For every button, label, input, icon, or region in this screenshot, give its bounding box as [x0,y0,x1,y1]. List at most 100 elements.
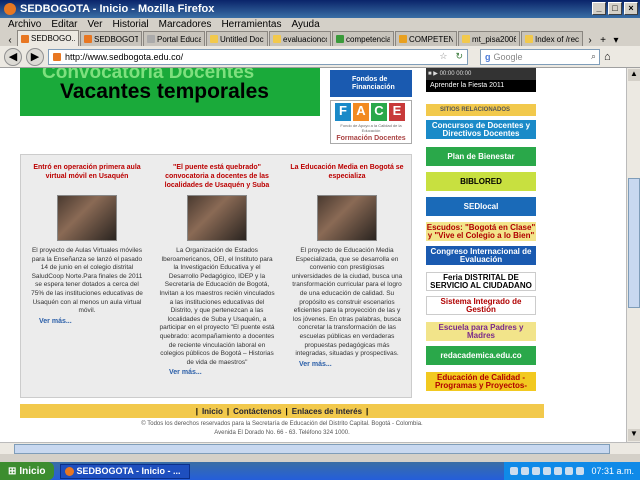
related-site-link[interactable]: Sistema Integrado de Gestión [426,296,536,315]
menu-marcadores[interactable]: Marcadores [159,19,212,30]
face-letter-c: C [371,103,387,121]
related-site-link[interactable]: redacademica.edu.co [426,346,536,365]
tab-8[interactable]: Index of /rec... [521,31,583,46]
menu-archivo[interactable]: Archivo [8,19,41,30]
url-bar[interactable]: http://www.sedbogota.edu.co/ ☆ ↻ [48,48,468,65]
vertical-scrollbar[interactable]: ▲ ▼ [626,68,640,442]
reload-icon[interactable]: ↻ [455,51,463,62]
related-site-link[interactable]: SEDlocal [426,197,536,216]
minimize-button[interactable]: _ [592,2,606,15]
status-bar [0,454,640,462]
news-item: "El puente está quebrado" convocatoria a… [155,163,279,378]
fondos-financiacion-link[interactable]: Fondos de Financiación [330,70,412,97]
footer-nav: | Inicio | Contáctenos | Enlaces de Inte… [20,404,544,418]
news-more-link[interactable]: Ver más... [25,316,149,327]
tray-icon[interactable] [543,467,552,475]
news-photo[interactable] [317,195,377,241]
horizontal-scroll-thumb[interactable] [14,444,610,454]
footer-link-enlaces[interactable]: Enlaces de Interés [292,407,362,416]
tab-label: SEDBOGOTA... [94,34,138,44]
related-site-link[interactable]: Educación de Calidad -Programas y Proyec… [426,372,536,391]
sitios-relacionados-header: SITIOS RELACIONADOS [426,104,536,116]
tray-icon[interactable] [576,467,585,475]
menu-herramientas[interactable]: Herramientas [221,19,281,30]
bookmark-star-icon[interactable]: ☆ [439,51,447,62]
close-button[interactable]: × [624,2,638,15]
tray-icon[interactable] [554,467,563,475]
footer-link-contactenos[interactable]: Contáctenos [233,407,281,416]
tab-scroll-left-icon[interactable]: ‹ [4,35,16,46]
home-icon[interactable]: ⌂ [604,51,611,63]
menu-ayuda[interactable]: Ayuda [291,19,319,30]
related-site-link[interactable]: Congreso Internacional de Evaluación [426,246,536,265]
news-title[interactable]: "El puente está quebrado" convocatoria a… [155,163,279,191]
search-input[interactable]: g Google ⌕ [480,48,600,65]
menu-historial[interactable]: Historial [113,19,149,30]
tab-3[interactable]: Untitled Docu... [206,31,268,46]
maximize-button[interactable]: □ [608,2,622,15]
tab-4[interactable]: evaluacionco... [269,31,331,46]
tab-bar: ‹ SEDBOGO... SEDBOGOTA... Portal Educat...… [0,30,640,46]
taskbar-firefox-item[interactable]: SEDBOGOTA - Inicio - ... [59,463,190,479]
menu-ver[interactable]: Ver [87,19,102,30]
taskbar: ⊞ Inicio SEDBOGOTA - Inicio - ... 07:31 … [0,462,640,480]
news-body: El proyecto de Educación Media Especiali… [291,247,403,358]
scroll-up-icon[interactable]: ▲ [628,69,640,81]
copyright-block: © Todos los derechos reservados para la … [20,420,544,438]
news-title[interactable]: Entró en operación primera aula virtual … [25,163,149,191]
related-site-link[interactable]: BIBLORED [426,172,536,191]
horizontal-scrollbar[interactable] [0,442,640,454]
search-icon[interactable]: ⌕ [591,51,596,62]
related-site-link[interactable]: Concursos de Docentes y Directivos Docen… [426,120,536,139]
media-controls[interactable]: ■ ▶ 00:00 00:00 [426,68,536,80]
related-site-link[interactable]: Plan de Bienestar [426,147,536,166]
start-button[interactable]: ⊞ Inicio [0,462,54,480]
tab-5[interactable]: competencia... [332,31,394,46]
new-tab-icon[interactable]: + [597,35,609,46]
news-more-link[interactable]: Ver más... [155,367,279,378]
vacantes-banner[interactable]: Convocatoria Docentes Vacantes temporale… [20,68,320,116]
tray-icon[interactable] [565,467,574,475]
news-item: Entró en operación primera aula virtual … [25,163,149,327]
face-link[interactable]: F A C E Fondo de Apoyo a la Calidad de l… [330,100,412,144]
tray-icon[interactable] [532,467,541,475]
copyright-text: © Todos los derechos reservados para la … [141,421,423,427]
tab-6[interactable]: COMPETENC... [395,31,457,46]
news-title[interactable]: La Educación Media en Bogotá se especial… [285,163,409,191]
tab-7[interactable]: mt_pisa2006... [458,31,520,46]
news-body: La Organización de Estados Iberoamerican… [159,247,275,366]
window-titlebar: SEDBOGOTA - Inicio - Mozilla Firefox _ □… [0,0,640,18]
firefox-icon [4,3,16,15]
forward-button[interactable]: ▶ [26,47,44,66]
tab-label: Untitled Docu... [220,34,264,44]
tab-2[interactable]: Portal Educat... [143,31,205,46]
related-site-link[interactable]: Feria DISTRITAL DE SERVICIO AL CIUDADANO [426,272,536,291]
footer-sep: | [226,406,230,416]
firefox-task-icon [64,466,74,476]
news-more-link[interactable]: Ver más... [285,359,409,370]
related-site-link[interactable]: Escudos: "Bogotá en Clase" y "Vive el Co… [426,222,536,241]
tab-favicon-icon [84,35,92,43]
news-photo[interactable] [57,195,117,241]
clock: 07:31 a.m. [591,466,634,476]
tab-list-icon[interactable]: ▾ [610,35,622,46]
tab-0[interactable]: SEDBOGO... [17,30,79,46]
tab-favicon-icon [273,35,281,43]
footer-link-inicio[interactable]: Inicio [202,407,223,416]
vertical-scroll-thumb[interactable] [628,178,640,308]
tab-1[interactable]: SEDBOGOTA... [80,31,142,46]
scroll-down-icon[interactable]: ▼ [628,429,640,441]
media-caption: Aprender la Fiesta 2011 [430,82,505,89]
tab-label: evaluacionco... [283,34,327,44]
play-icon[interactable]: ■ ▶ [428,71,438,77]
news-photo[interactable] [187,195,247,241]
media-player[interactable]: ■ ▶ 00:00 00:00 Aprender la Fiesta 2011 [426,68,536,92]
back-button[interactable]: ◀ [4,47,22,66]
menu-editar[interactable]: Editar [51,19,77,30]
tray-icon[interactable] [521,467,530,475]
tab-favicon-icon [462,35,470,43]
tab-scroll-right-icon[interactable]: › [584,35,596,46]
tray-icon[interactable] [510,467,519,475]
related-site-link[interactable]: Escuela para Padres y Madres [426,322,536,341]
tab-favicon-icon [210,35,218,43]
